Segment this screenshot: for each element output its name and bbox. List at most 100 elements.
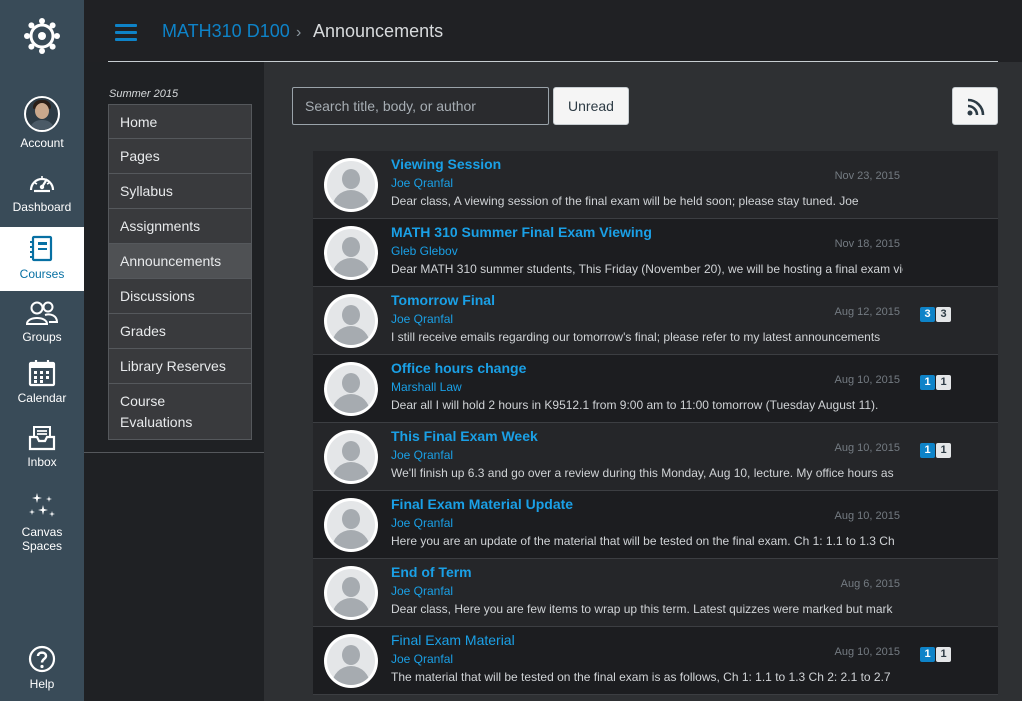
author-avatar[interactable] bbox=[324, 566, 378, 620]
announcement-date: Nov 18, 2015 bbox=[834, 238, 900, 250]
global-nav-help[interactable]: Help bbox=[0, 645, 84, 695]
announcement-title-link[interactable]: Viewing Session bbox=[391, 156, 501, 172]
announcement-author-link[interactable]: Joe Qranfal bbox=[391, 448, 453, 462]
global-nav-label: Account bbox=[20, 136, 64, 150]
global-nav-label: Courses bbox=[19, 267, 65, 281]
unread-count-badge: 1 bbox=[920, 375, 935, 390]
unread-count-badge: 1 bbox=[920, 443, 935, 458]
global-nav-dashboard[interactable]: Dashboard bbox=[0, 170, 84, 222]
announcement-date: Aug 10, 2015 bbox=[834, 442, 900, 454]
announcement-date: Aug 12, 2015 bbox=[834, 306, 900, 318]
inbox-icon bbox=[28, 426, 56, 451]
unread-count-badge: 1 bbox=[920, 647, 935, 662]
total-count-badge: 3 bbox=[936, 307, 951, 322]
announcement-author-link[interactable]: Joe Qranfal bbox=[391, 516, 453, 530]
global-nav-label: Canvas bbox=[21, 525, 63, 539]
author-avatar[interactable] bbox=[324, 226, 378, 280]
course-nav-course-evaluations[interactable]: Course Evaluations bbox=[108, 384, 252, 440]
course-nav-announcements[interactable]: Announcements bbox=[108, 244, 252, 279]
help-icon bbox=[28, 645, 56, 673]
announcements-main: Unread Viewing Session Joe Qranfal Dear cl… bbox=[264, 62, 1022, 701]
course-nav-home[interactable]: Home bbox=[108, 104, 252, 139]
total-count-badge: 1 bbox=[936, 443, 951, 458]
announcement-title-link[interactable]: Final Exam Material Update bbox=[391, 496, 573, 512]
course-nav-library-reserves[interactable]: Library Reserves bbox=[108, 349, 252, 384]
course-nav: Summer 2015 Home Pages Syllabus Assignme… bbox=[84, 62, 264, 701]
global-nav-account[interactable]: Account bbox=[0, 96, 84, 156]
announcement-row[interactable]: Final Exam Material Update Joe Qranfal Her… bbox=[313, 491, 998, 559]
calendar-icon bbox=[28, 360, 56, 387]
announcement-date: Aug 10, 2015 bbox=[834, 646, 900, 658]
canvas-app: Account Dashboard Courses Groups Calenda… bbox=[0, 0, 1022, 701]
global-nav-label: Groups bbox=[22, 330, 62, 344]
author-avatar[interactable] bbox=[324, 294, 378, 348]
course-nav-grades[interactable]: Grades bbox=[108, 314, 252, 349]
course-term: Summer 2015 bbox=[109, 88, 179, 100]
announcement-author-link[interactable]: Joe Qranfal bbox=[391, 312, 453, 326]
reply-count-badges: 11 bbox=[920, 372, 952, 390]
global-nav: Account Dashboard Courses Groups Calenda… bbox=[0, 0, 84, 701]
announcement-row[interactable]: Viewing Session Joe Qranfal Dear class, A … bbox=[313, 151, 998, 219]
canvas-logo-icon[interactable] bbox=[22, 16, 62, 56]
announcement-title-link[interactable]: Office hours change bbox=[391, 360, 526, 376]
announcement-snippet: Dear class, Here you are few items to wr… bbox=[391, 602, 893, 616]
global-nav-inbox[interactable]: Inbox bbox=[0, 425, 84, 475]
rss-feed-button[interactable] bbox=[952, 87, 998, 125]
author-avatar[interactable] bbox=[324, 158, 378, 212]
announcement-row[interactable]: Final Exam Material Joe Qranfal The materi… bbox=[313, 627, 998, 695]
announcement-snippet: Dear all I will hold 2 hours in K9512.1 … bbox=[391, 398, 879, 412]
announcement-author-link[interactable]: Joe Qranfal bbox=[391, 584, 453, 598]
announcement-title-link[interactable]: Final Exam Material bbox=[391, 632, 515, 648]
search-input[interactable] bbox=[292, 87, 549, 125]
author-avatar[interactable] bbox=[324, 498, 378, 552]
announcement-snippet: Dear MATH 310 summer students, This Frid… bbox=[391, 262, 903, 276]
hamburger-menu-icon[interactable] bbox=[115, 24, 137, 41]
people-icon bbox=[25, 301, 59, 325]
global-nav-label: Spaces bbox=[21, 539, 63, 553]
breadcrumb-current-page: Announcements bbox=[313, 21, 444, 41]
book-icon bbox=[30, 235, 53, 262]
announcement-title-link[interactable]: End of Term bbox=[391, 564, 472, 580]
announcement-row[interactable]: End of Term Joe Qranfal Dear class, Here y… bbox=[313, 559, 998, 627]
reply-count-badges: 11 bbox=[920, 440, 952, 458]
unread-filter-button[interactable]: Unread bbox=[553, 87, 629, 125]
announcement-row[interactable]: Tomorrow Final Joe Qranfal I still receive… bbox=[313, 287, 998, 355]
announcement-row[interactable]: This Final Exam Week Joe Qranfal We'll fin… bbox=[313, 423, 998, 491]
announcement-row[interactable]: Office hours change Marshall Law Dear all … bbox=[313, 355, 998, 423]
breadcrumb-separator: › bbox=[296, 24, 302, 41]
global-nav-groups[interactable]: Groups bbox=[0, 300, 84, 350]
announcement-title-link[interactable]: MATH 310 Summer Final Exam Viewing bbox=[391, 224, 652, 240]
total-count-badge: 1 bbox=[936, 375, 951, 390]
course-nav-discussions[interactable]: Discussions bbox=[108, 279, 252, 314]
announcement-row[interactable]: MATH 310 Summer Final Exam Viewing Gleb G… bbox=[313, 219, 998, 287]
global-nav-courses[interactable]: Courses bbox=[0, 227, 84, 291]
global-nav-label: Help bbox=[29, 677, 55, 691]
course-nav-label: Evaluations bbox=[120, 414, 193, 430]
course-nav-assignments[interactable]: Assignments bbox=[108, 209, 252, 244]
global-nav-label: Inbox bbox=[27, 455, 57, 469]
unread-count-badge: 3 bbox=[920, 307, 935, 322]
announcement-author-link[interactable]: Joe Qranfal bbox=[391, 176, 453, 190]
announcement-title-link[interactable]: Tomorrow Final bbox=[391, 292, 495, 308]
global-nav-label: Dashboard bbox=[12, 200, 72, 214]
course-nav-pages[interactable]: Pages bbox=[108, 139, 252, 174]
announcement-author-link[interactable]: Marshall Law bbox=[391, 380, 462, 394]
announcement-snippet: Dear class, A viewing session of the fin… bbox=[391, 194, 859, 208]
announcement-title-link[interactable]: This Final Exam Week bbox=[391, 428, 538, 444]
global-nav-canvas-spaces[interactable]: Canvas Spaces bbox=[0, 491, 84, 555]
author-avatar[interactable] bbox=[324, 430, 378, 484]
announcement-author-link[interactable]: Joe Qranfal bbox=[391, 652, 453, 666]
breadcrumb-course-link[interactable]: MATH310 D100 bbox=[162, 21, 290, 42]
announcement-snippet: The material that will be tested on the … bbox=[391, 670, 891, 684]
author-avatar[interactable] bbox=[324, 634, 378, 688]
author-avatar[interactable] bbox=[324, 362, 378, 416]
announcement-snippet: I still receive emails regarding our tom… bbox=[391, 330, 881, 344]
global-nav-calendar[interactable]: Calendar bbox=[0, 359, 84, 409]
total-count-badge: 1 bbox=[936, 647, 951, 662]
course-nav-list: Home Pages Syllabus Assignments Announce… bbox=[108, 104, 252, 440]
announcement-author-link[interactable]: Gleb Glebov bbox=[391, 244, 458, 258]
announcement-date: Aug 6, 2015 bbox=[840, 578, 900, 590]
page-header: MATH310 D100 › Announcements bbox=[84, 0, 1022, 62]
course-nav-syllabus[interactable]: Syllabus bbox=[108, 174, 252, 209]
course-nav-divider bbox=[84, 452, 264, 453]
